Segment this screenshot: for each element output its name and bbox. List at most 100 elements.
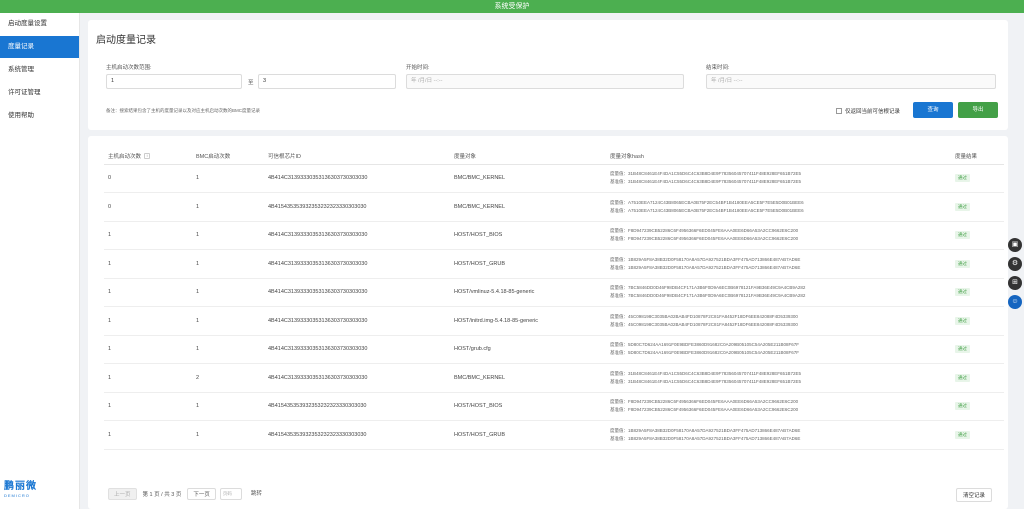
query-button[interactable]: 查询 [913, 102, 953, 118]
cell-measure-result: 通过 [951, 335, 1004, 364]
baseline-hash: 基准值：A7510EEA7124C43B8065ECBA0B75F2EC54BF… [610, 207, 951, 215]
chat-bot-icon[interactable]: ☺ [1008, 295, 1022, 309]
sidebar-item-help[interactable]: 使用帮助 [0, 105, 79, 127]
measured-value: 45C098198C3035BA02BAB4FD10878F2C81FA8452… [628, 313, 798, 319]
settings-icon[interactable]: ⚙ [1008, 257, 1022, 271]
checkbox-box[interactable] [836, 108, 842, 114]
sidebar-item-license-management[interactable]: 许可证管理 [0, 82, 79, 104]
baseline-value: 7BC5846DD0D46F98DB4CF171A3B6F0D9A6EC0B69… [628, 293, 806, 299]
window-icon[interactable]: ▣ [1008, 238, 1022, 252]
cell-measure-object: HOST/HOST_GRUB [450, 249, 606, 279]
current-root-checkbox[interactable]: 仅返回当前可信根记录 [836, 107, 900, 115]
measured-hash: 度量值：1B829A5F8A38B32D0F58170A8A57DA927521… [610, 427, 951, 435]
clear-records-button[interactable]: 清空记录 [955, 488, 992, 502]
table-row: 1 1 4B414C31393330353136303730303030 HOST/v… [104, 278, 1004, 307]
cell-measure-hash: 度量值：31B48C8461E4F4DA1C55D6C4C63B8D4E9F78… [606, 164, 951, 193]
baseline-prefix: 基准值： [610, 321, 628, 327]
system-protected-banner: 系统受保护 [0, 0, 1024, 13]
page-info: 第 1 页 / 共 3 页 [142, 492, 182, 498]
cell-measure-object: HOST/vmlinuz-5.4.18-85-generic [450, 278, 606, 307]
baseline-hash: 基准值：7BC5846DD0D46F98DB4CF171A3B6F0D9A6EC… [610, 292, 951, 300]
baseline-hash: 基准值：F8D947239CB52286C6F4956366F6ED045FE6… [610, 235, 951, 243]
cell-chip-id: 4B414C31393330353136303730303030 [264, 278, 450, 307]
cell-measure-result: 通过 [951, 164, 1004, 193]
cell-measure-result: 通过 [951, 249, 1004, 279]
sidebar-item-measure-records[interactable]: 度量记录 [0, 36, 79, 58]
sidebar-item-boot-measure-settings[interactable]: 启动度量设置 [0, 13, 79, 35]
grid-icon[interactable]: ⊞ [1008, 276, 1022, 290]
measured-hash: 度量值：1B829A5F8A38B32D0F58170A8A57DA927521… [610, 256, 951, 264]
filter-panel: 启动度量记录 主机启动次数范围: 1 至 3 开始时间: 年 /月/日 --:-… [88, 20, 1008, 130]
range-from-input[interactable]: 1 [106, 74, 242, 89]
cell-measure-hash: 度量值：F8D947239CB52286C6F4956366F6ED045FE6… [606, 221, 951, 250]
range-to-input[interactable]: 3 [258, 74, 396, 89]
baseline-hash: 基准值：1B829A5F8A38B32D0F58170A8A57DA927521… [610, 435, 951, 443]
sidebar-item-system-management[interactable]: 系统管理 [0, 59, 79, 81]
cell-chip-id: 4B414C31393330353136303730303030 [264, 249, 450, 279]
cell-measure-object: HOST/initrd.img-5.4.18-85-generic [450, 306, 606, 336]
export-button[interactable]: 导出 [958, 102, 998, 118]
baseline-value: 5D80C7D624AA1691F0E9BDFE3860D91682C0A209… [628, 350, 800, 356]
measured-prefix: 度量值： [610, 370, 628, 376]
status-badge: 通过 [955, 373, 970, 382]
baseline-prefix: 基准值： [610, 435, 628, 441]
cell-measure-hash: 度量值：A7510EEA7124C43B8065ECBA0B75F2EC54BF… [606, 192, 951, 222]
baseline-hash: 基准值：F8D947239CB52286C6F4956366F6ED045FE6… [610, 406, 951, 414]
records-panel: 主机启动次数 ↕ BMC启动次数 可信根芯片ID 度量对象 度量对象hash 度量… [88, 136, 1008, 509]
start-time-input[interactable]: 年 /月/日 --:-- [406, 74, 684, 89]
range-separator: 至 [248, 80, 254, 86]
cell-bmc-boot-count: 1 [192, 249, 264, 279]
sort-icon[interactable]: ↕ [144, 153, 151, 160]
measured-value: 31B48C8461E4F4DA1C55D6C4C63B8D4E9F783560… [628, 171, 802, 177]
cell-bmc-boot-count: 1 [192, 335, 264, 364]
page-number-input[interactable]: 页码 [219, 488, 242, 500]
cell-measure-result: 通过 [951, 278, 1004, 307]
logo-mark: 鹏丽微 [4, 481, 37, 492]
company-logo: 鹏丽微 DEMICRO [4, 481, 46, 503]
cell-measure-result: 通过 [951, 420, 1004, 450]
col-bmc-boot-count: BMC启动次数 [192, 148, 264, 165]
cell-bmc-boot-count: 2 [192, 363, 264, 393]
baseline-hash: 基准值：45C098198C3035BA02BAB4FD10878F2C81FA… [610, 321, 951, 329]
cell-host-boot-count: 1 [104, 420, 192, 450]
baseline-value: 31B48C8461E4F4DA1C55D6C4C63B8D4E9F783560… [628, 378, 802, 384]
col-host-boot-count[interactable]: 主机启动次数 ↕ [104, 148, 192, 165]
baseline-value: 31B48C8461E4F4DA1C55D6C4C63B8D4E9F783560… [628, 179, 802, 185]
measured-prefix: 度量值： [610, 171, 628, 177]
baseline-prefix: 基准值： [610, 264, 628, 270]
measured-prefix: 度量值： [610, 342, 628, 348]
range-label: 主机启动次数范围: [106, 65, 152, 71]
cell-host-boot-count: 0 [104, 192, 192, 222]
cell-host-boot-count: 0 [104, 164, 192, 193]
baseline-hash: 基准值：5D80C7D624AA1691F0E9BDFE3860D91682C0… [610, 349, 951, 357]
baseline-value: F8D947239CB52286C6F4956366F6ED045FE6AAA0… [628, 236, 799, 242]
measured-value: 5D80C7D624AA1691F0E9BDFE3860D91682C0A209… [628, 342, 800, 348]
table-row: 1 1 4B414C31393330353136303730303030 HOST/i… [104, 306, 1004, 336]
cell-measure-result: 通过 [951, 392, 1004, 421]
cell-measure-object: HOST/HOST_BIOS [450, 221, 606, 250]
baseline-hash: 基准值：31B48C8461E4F4DA1C55D6C4C63B8D4E9F78… [610, 378, 951, 386]
baseline-value: 45C098198C3035BA02BAB4FD10878F2C81FA8452… [628, 321, 798, 327]
cell-measure-object: BMC/BMC_KERNEL [450, 164, 606, 193]
cell-host-boot-count: 1 [104, 221, 192, 250]
prev-page-button[interactable]: 上一页 [108, 488, 137, 500]
cell-chip-id: 4B414C31393330353136303730303030 [264, 335, 450, 364]
cell-measure-result: 通过 [951, 221, 1004, 250]
table-row: 1 1 4B415435353932353232323330303030 HOST/H… [104, 420, 1004, 450]
table-row: 1 1 4B414C31393330353136303730303030 HOST/g… [104, 335, 1004, 364]
cell-measure-hash: 度量值：F8D947239CB52286C6F4956366F6ED045FE6… [606, 392, 951, 421]
pagination: 上一页 第 1 页 / 共 3 页 下一页 页码 跳转 [108, 488, 267, 500]
cell-bmc-boot-count: 1 [192, 306, 264, 336]
cell-bmc-boot-count: 1 [192, 164, 264, 193]
jump-button[interactable]: 跳转 [245, 488, 267, 500]
measured-hash: 度量值：7BC5846DD0D46F98DB4CF171A3B6F0D9A6EC… [610, 284, 951, 292]
cell-measure-object: HOST/HOST_GRUB [450, 420, 606, 450]
cell-host-boot-count: 1 [104, 306, 192, 336]
measured-prefix: 度量值： [610, 199, 628, 205]
table-header-row: 主机启动次数 ↕ BMC启动次数 可信根芯片ID 度量对象 度量对象hash 度量… [104, 148, 1004, 165]
next-page-button[interactable]: 下一页 [187, 488, 216, 500]
end-time-input[interactable]: 年 /月/日 --:-- [706, 74, 996, 89]
measured-hash: 度量值：31B48C8461E4F4DA1C55D6C4C63B8D4E9F78… [610, 370, 951, 378]
col-measure-hash: 度量对象hash [606, 148, 951, 165]
status-badge: 通过 [955, 402, 970, 411]
